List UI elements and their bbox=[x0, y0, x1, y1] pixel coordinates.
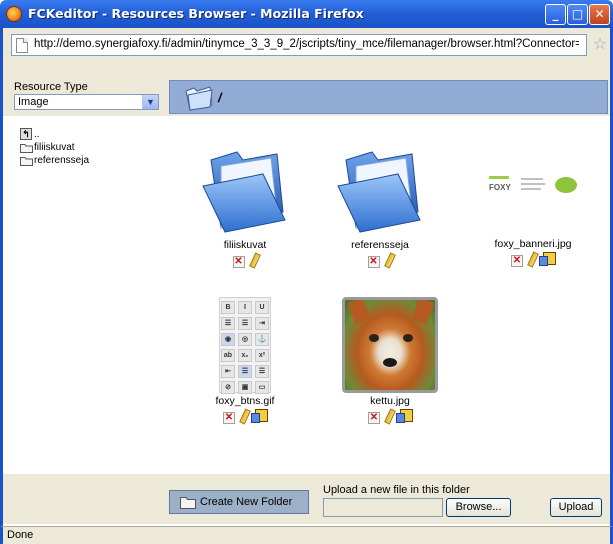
maximize-button[interactable]: □ bbox=[567, 4, 588, 25]
current-path: / bbox=[218, 90, 222, 105]
large-folder-icon bbox=[337, 151, 421, 233]
resource-type-label: Resource Type bbox=[14, 81, 88, 93]
chevron-down-icon[interactable]: ▼ bbox=[142, 95, 158, 109]
rename-pencil-icon[interactable] bbox=[248, 253, 258, 269]
tree-item-label: .. bbox=[34, 129, 40, 140]
file-item-referensseja[interactable]: referensseja ✕ bbox=[320, 146, 440, 269]
delete-icon[interactable]: ✕ bbox=[367, 256, 380, 268]
browse-button[interactable]: Browse... bbox=[446, 498, 511, 517]
file-item-foxy-banneri[interactable]: FOXY foxy_banneri.jpg ✕ bbox=[473, 172, 593, 268]
create-new-folder-button[interactable]: Create New Folder bbox=[169, 490, 309, 514]
resize-image-icon[interactable] bbox=[539, 252, 556, 266]
image-thumbnail bbox=[342, 297, 438, 393]
url-text[interactable]: http://demo.synergiafoxy.fi/admin/tinymc… bbox=[34, 38, 579, 50]
tree-item-label: filiiskuvat bbox=[34, 142, 75, 153]
rename-pencil-icon[interactable] bbox=[526, 252, 536, 268]
window-title: FCKeditor - Resources Browser - Mozilla … bbox=[28, 6, 364, 21]
folder-tree: ↰ .. filiiskuvat referensseja bbox=[20, 128, 89, 167]
url-field[interactable]: http://demo.synergiafoxy.fi/admin/tinymc… bbox=[11, 34, 587, 56]
url-bar: http://demo.synergiafoxy.fi/admin/tinymc… bbox=[0, 28, 613, 64]
image-thumbnail: BIU ☰ ☰ ⇥ ◉ ◎ ⚓ ab x₂ x² ⇤ ☰ ☰ ⊘ ▣ ▭ bbox=[219, 297, 271, 394]
resource-type-value: Image bbox=[18, 96, 49, 108]
page-icon bbox=[16, 38, 28, 53]
minimize-button[interactable]: _ bbox=[545, 4, 566, 25]
firefox-icon bbox=[6, 6, 22, 22]
rename-pencil-icon[interactable] bbox=[383, 253, 393, 269]
delete-icon[interactable]: ✕ bbox=[223, 412, 235, 424]
file-name[interactable]: kettu.jpg bbox=[330, 395, 450, 407]
delete-icon[interactable]: ✕ bbox=[511, 255, 523, 267]
file-name[interactable]: filiiskuvat bbox=[185, 239, 305, 251]
tree-item-up[interactable]: ↰ .. bbox=[20, 128, 89, 141]
open-folder-icon bbox=[184, 85, 214, 114]
file-name[interactable]: referensseja bbox=[320, 239, 440, 251]
folder-icon bbox=[180, 497, 196, 509]
upload-file-input[interactable] bbox=[323, 498, 443, 517]
folder-icon bbox=[20, 144, 33, 153]
rename-pencil-icon[interactable] bbox=[238, 409, 248, 425]
folder-up-icon: ↰ bbox=[20, 128, 32, 140]
resize-image-icon[interactable] bbox=[396, 409, 413, 423]
tree-item-referensseja[interactable]: referensseja bbox=[20, 154, 89, 167]
delete-icon[interactable]: ✕ bbox=[232, 256, 245, 268]
large-folder-icon bbox=[202, 151, 286, 233]
resize-image-icon[interactable] bbox=[251, 409, 268, 423]
file-name[interactable]: foxy_btns.gif bbox=[185, 395, 305, 407]
close-button[interactable]: ✕ bbox=[589, 4, 610, 25]
tree-item-label: referensseja bbox=[34, 155, 90, 166]
resource-type-select[interactable]: Image ▼ bbox=[14, 94, 159, 110]
folder-icon bbox=[20, 157, 33, 166]
tree-item-filiiskuvat[interactable]: filiiskuvat bbox=[20, 141, 89, 154]
image-thumbnail: FOXY bbox=[485, 172, 581, 204]
file-item-kettu[interactable]: kettu.jpg ✕ bbox=[330, 297, 450, 425]
bookmark-star-icon[interactable]: ☆ bbox=[591, 36, 609, 54]
file-item-foxy-btns[interactable]: BIU ☰ ☰ ⇥ ◉ ◎ ⚓ ab x₂ x² ⇤ ☰ ☰ ⊘ ▣ ▭ foxy_btns.gif… bbox=[185, 297, 305, 425]
upload-label: Upload a new file in this folder bbox=[323, 484, 470, 496]
thumb-logo-text: FOXY bbox=[489, 183, 511, 192]
rename-pencil-icon[interactable] bbox=[383, 409, 393, 425]
upload-button[interactable]: Upload bbox=[550, 498, 602, 517]
status-text: Done bbox=[7, 529, 34, 541]
status-bar: Done bbox=[0, 526, 613, 544]
file-item-filiiskuvat[interactable]: filiiskuvat ✕ bbox=[185, 146, 305, 269]
delete-icon[interactable]: ✕ bbox=[368, 412, 380, 424]
file-name[interactable]: foxy_banneri.jpg bbox=[473, 238, 593, 250]
browser-content bbox=[0, 64, 613, 526]
window-titlebar: FCKeditor - Resources Browser - Mozilla … bbox=[0, 0, 613, 28]
current-path-bar: / bbox=[169, 80, 608, 114]
